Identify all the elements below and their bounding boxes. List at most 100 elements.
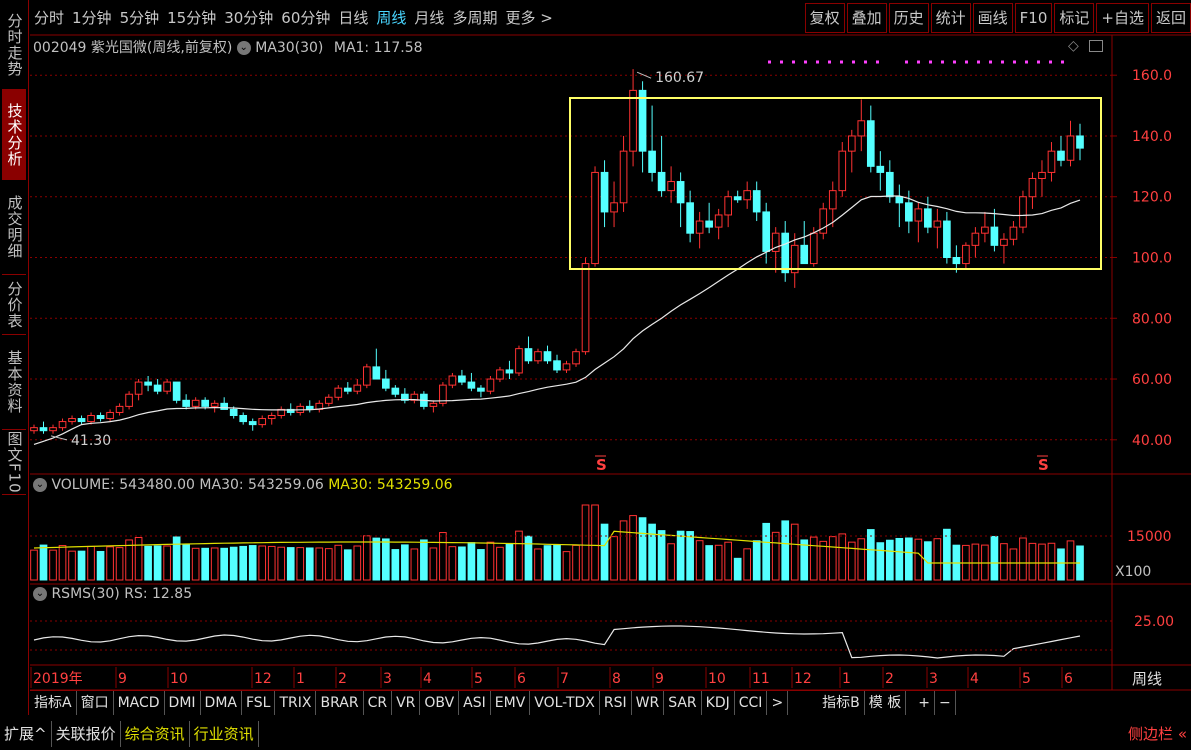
volume-bar [943, 528, 951, 581]
candle-body [305, 405, 314, 410]
indicator-9[interactable]: VR [392, 691, 421, 715]
volume-bar [553, 544, 561, 581]
indicator-23[interactable]: − [935, 691, 956, 715]
indicator-13[interactable]: VOL-TDX [530, 691, 600, 715]
candle-body [981, 226, 989, 234]
indicator-10[interactable]: OBV [420, 691, 460, 715]
volume-bar [115, 547, 124, 581]
candle-body [876, 165, 885, 173]
candle-body [828, 190, 837, 210]
status-item-3[interactable]: 行业资讯 [190, 721, 259, 747]
candle-body [58, 421, 67, 429]
indicator-15[interactable]: WR [632, 691, 665, 715]
candle-body [496, 369, 504, 380]
candle-body [343, 387, 352, 392]
volume-bar [933, 538, 942, 581]
candle-body [382, 378, 390, 389]
maximize-icon[interactable] [1089, 40, 1104, 52]
candle-body [838, 150, 847, 192]
status-item-1[interactable]: 关联报价 [52, 721, 121, 747]
chevron-down-icon[interactable]: ⌄ [33, 587, 47, 601]
indicator-1[interactable]: 窗口 [77, 691, 114, 715]
chevron-down-icon[interactable]: ⌄ [236, 41, 251, 55]
indicator-4[interactable]: DMA [201, 691, 242, 715]
indicator-6[interactable]: TRIX [275, 691, 317, 715]
indicator-11[interactable]: ASI [459, 691, 491, 715]
candle-body [952, 257, 961, 265]
indicator-3[interactable]: DMI [165, 691, 201, 715]
y-tick-label-4: 80.00 [1132, 311, 1172, 327]
volume-bar [657, 530, 666, 581]
candle-body [96, 415, 105, 420]
volume-bar [277, 546, 286, 581]
volume-bar [39, 544, 48, 581]
high-price-label: 160.67 [655, 70, 704, 86]
x-axis-label-3: 12 [254, 671, 272, 687]
candle-body [543, 351, 552, 362]
volume-bar [866, 529, 875, 581]
volume-bar [343, 549, 352, 581]
candle-body [657, 171, 666, 192]
indicator-0[interactable]: 指标A [30, 691, 77, 715]
volume-bar [410, 548, 419, 581]
status-item-0[interactable]: 扩展^ [0, 721, 52, 747]
volume-bar [781, 520, 790, 581]
indicator-12[interactable]: EMV [491, 691, 531, 715]
volume-bar [77, 550, 86, 581]
volume-bar [439, 532, 447, 581]
candle-body [600, 171, 609, 213]
volume-bar [667, 543, 675, 581]
candle-body [220, 402, 229, 410]
volume-unit-label: X100 [1115, 564, 1151, 580]
ma-value: MA1: 117.58 [333, 40, 423, 56]
indicator-2[interactable]: MACD [114, 691, 165, 715]
volume-bar [629, 515, 637, 581]
indicator-8[interactable]: CR [364, 691, 393, 715]
indicator-22[interactable]: + [914, 691, 935, 715]
volume-bar [429, 547, 438, 581]
indicator-7[interactable]: BRAR [316, 691, 364, 715]
volume-bar [486, 541, 495, 581]
candle-body [1066, 135, 1075, 161]
volume-bar [391, 549, 400, 581]
volume-title: VOLUME: 543480.00 [51, 477, 195, 493]
candle-body [724, 196, 732, 216]
volume-bar [648, 523, 656, 581]
indicator-14[interactable]: RSI [600, 691, 632, 715]
candle-body [267, 415, 276, 420]
candle-body [334, 387, 343, 398]
candle-body [182, 399, 190, 407]
volume-bar [534, 548, 542, 581]
candle-body [971, 232, 980, 246]
x-axis-label-2: 10 [170, 671, 188, 687]
y-tick-label-2: 120.0 [1132, 190, 1172, 206]
candle-body [733, 196, 742, 201]
volume-bar [990, 535, 999, 581]
volume-bar [591, 504, 599, 581]
candle-body [629, 89, 637, 152]
x-axis-label-15: 12 [794, 671, 812, 687]
indicator-16[interactable]: SAR [664, 691, 702, 715]
indicator-17[interactable]: KDJ [702, 691, 735, 715]
volume-bar [505, 543, 514, 581]
indicator-21[interactable]: 模 板 [865, 691, 907, 715]
volume-bar [771, 531, 780, 581]
indicator-20[interactable]: 指标B [818, 691, 865, 715]
indicator-18[interactable]: CCI [735, 691, 768, 715]
candle-body [619, 150, 628, 204]
volume-ma-a: MA30: 543259.06 [199, 477, 324, 493]
indicator-5[interactable]: FSL [242, 691, 276, 715]
x-axis-label-5: 2 [338, 671, 347, 687]
status-item-2[interactable]: 综合资讯 [121, 721, 190, 747]
volume-bar [30, 549, 38, 581]
candle-body [391, 387, 400, 395]
candle-body [1009, 226, 1018, 240]
diamond-icon[interactable]: ◇ [1068, 38, 1079, 54]
volume-bar [49, 549, 57, 581]
x-axis-label-14: 11 [752, 671, 770, 687]
indicator-19[interactable]: > [767, 691, 789, 715]
volume-bar [448, 546, 457, 581]
side-panel-toggle[interactable]: 侧边栏 « [1124, 721, 1191, 747]
chevron-down-icon[interactable]: ⌄ [33, 478, 47, 492]
ma-label: MA30(30) [255, 40, 324, 56]
